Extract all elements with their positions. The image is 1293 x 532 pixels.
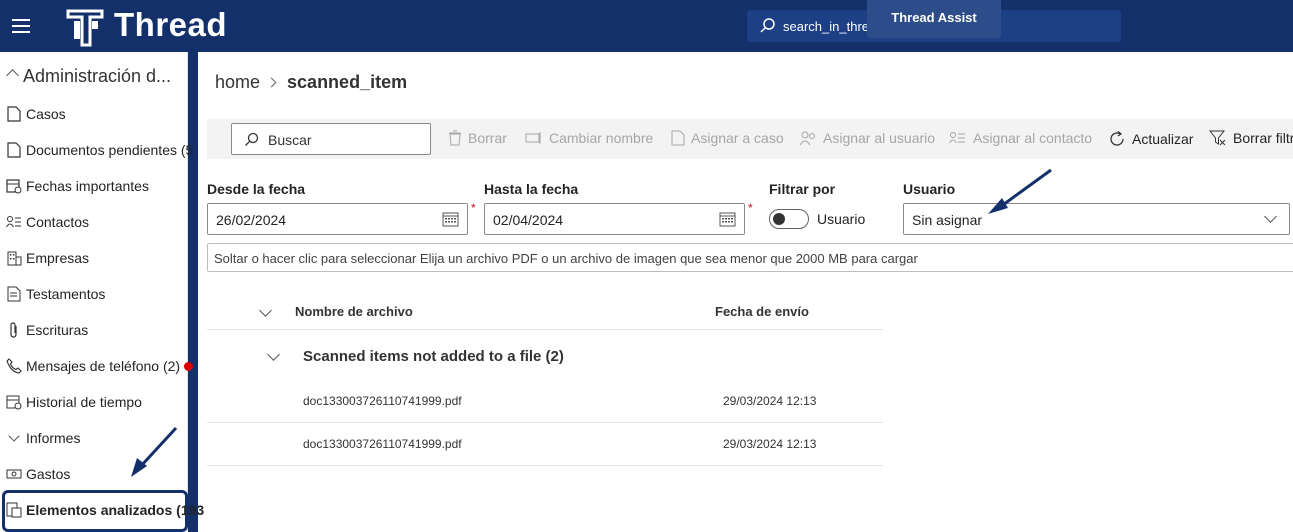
sidebar-item-contactos[interactable]: Contactos (6, 210, 89, 234)
sidebar-item-informes[interactable]: Informes (6, 426, 80, 450)
breadcrumb-home[interactable]: home (215, 72, 260, 92)
filter-user-toggle[interactable] (769, 209, 809, 229)
thread-assist-button[interactable]: Thread Assist (867, 0, 1001, 38)
file-upload-dropzone[interactable]: Soltar o hacer clic para seleccionar Eli… (207, 243, 1293, 272)
search-icon (760, 18, 775, 33)
toggle-label: Usuario (817, 211, 866, 227)
global-search-input[interactable]: search_in_thre (783, 19, 869, 34)
trash-icon (449, 130, 461, 146)
rename-button[interactable]: Cambiar nombre (525, 130, 653, 146)
sidebar-item-empresas[interactable]: Empresas (6, 246, 89, 270)
building-icon (6, 250, 22, 266)
contacts-icon (6, 214, 22, 230)
required-asterisk: * (471, 201, 476, 215)
chevron-down-icon[interactable] (267, 348, 280, 361)
sidebar-item-fechas-importantes[interactable]: Fechas importantes (6, 174, 149, 198)
assign-user-button[interactable]: Asignar al usuario (799, 130, 935, 146)
document-icon (671, 130, 685, 146)
sidebar-item-elementos-analizados[interactable]: Elementos analizados (193 (6, 498, 204, 522)
sidebar-item-escrituras[interactable]: Escrituras (6, 318, 88, 342)
breadcrumb: home scanned_item (215, 72, 407, 93)
collapse-all-chevron-icon[interactable] (259, 304, 272, 317)
search-input[interactable]: Buscar (268, 132, 312, 148)
refresh-button[interactable]: Actualizar (1108, 130, 1193, 148)
app-name: Thread (114, 6, 228, 43)
chevron-down-icon (1264, 210, 1277, 223)
sidebar-item-mensajes[interactable]: Mensajes de teléfono (2) (6, 354, 194, 378)
file-name[interactable]: doc133003726110741999.pdf (303, 437, 462, 451)
command-bar: Buscar Borrar Cambiar nombre Asignar a c… (207, 119, 1293, 159)
will-icon (6, 286, 22, 302)
file-name[interactable]: doc133003726110741999.pdf (303, 394, 462, 408)
required-asterisk: * (748, 201, 753, 215)
filter-clear-icon (1209, 130, 1226, 146)
rename-icon (525, 132, 541, 144)
money-icon (6, 466, 22, 482)
assign-case-button[interactable]: Asignar a caso (671, 130, 784, 146)
to-date-label: Hasta la fecha (484, 181, 579, 197)
scan-icon (6, 502, 22, 518)
search-icon (245, 132, 259, 146)
clear-filters-button[interactable]: Borrar filtr (1209, 130, 1293, 146)
from-date-value: 26/02/2024 (216, 212, 287, 228)
group-header[interactable]: Scanned items not added to a file (2) (207, 338, 883, 376)
search-box[interactable]: Buscar (231, 123, 431, 155)
people-icon (799, 131, 815, 146)
calendar-icon (6, 178, 22, 194)
sent-date: 29/03/2024 12:13 (723, 394, 817, 408)
dropzone-text: Soltar o hacer clic para seleccionar Eli… (214, 251, 918, 266)
chevron-down-icon (8, 430, 20, 442)
contacts-icon (949, 132, 965, 144)
notification-dot (184, 361, 194, 371)
user-label: Usuario (903, 181, 956, 197)
menu-icon[interactable] (12, 19, 30, 33)
assign-contact-button[interactable]: Asignar al contacto (949, 130, 1092, 146)
calendar-icon[interactable] (719, 211, 736, 227)
refresh-icon (1110, 131, 1124, 146)
document-icon (6, 106, 22, 122)
paperclip-icon (6, 322, 22, 338)
breadcrumb-current: scanned_item (287, 72, 408, 92)
calendar-icon[interactable] (442, 211, 459, 227)
chevron-right-icon (266, 77, 277, 88)
top-header: Thread search_in_thre Thread Assist (0, 0, 1293, 52)
sidebar-section-header[interactable]: Administración d... (6, 66, 171, 87)
filter-by-label: Filtrar por (769, 181, 836, 197)
column-header-filename[interactable]: Nombre de archivo (295, 304, 413, 319)
sidebar-rail (188, 52, 198, 532)
thread-logo-icon (66, 9, 104, 47)
calendar-clock-icon (6, 394, 22, 410)
table-row[interactable]: doc133003726110741999.pdf 29/03/2024 12:… (207, 423, 883, 466)
table-row[interactable]: doc133003726110741999.pdf 29/03/2024 12:… (207, 380, 883, 423)
toggle-knob (773, 213, 785, 225)
sidebar-item-testamentos[interactable]: Testamentos (6, 282, 105, 306)
sidebar-item-historial[interactable]: Historial de tiempo (6, 390, 142, 414)
grid-header: Nombre de archivo Fecha de envío (207, 292, 883, 330)
sidebar-item-documentos-pendientes[interactable]: Documentos pendientes (5 (6, 138, 193, 162)
group-title: Scanned items not added to a file (2) (303, 348, 564, 365)
sidebar-item-gastos[interactable]: Gastos (6, 462, 70, 486)
sidebar-item-casos[interactable]: Casos (6, 102, 66, 126)
user-dropdown-value: Sin asignar (912, 212, 983, 228)
from-date-field[interactable]: 26/02/2024 (207, 203, 468, 235)
delete-button[interactable]: Borrar (448, 130, 507, 146)
to-date-field[interactable]: 02/04/2024 (484, 203, 745, 235)
document-icon (6, 142, 22, 158)
user-dropdown[interactable]: Sin asignar (903, 203, 1290, 235)
chevron-up-icon (6, 69, 19, 82)
phone-icon (6, 358, 22, 374)
column-header-date[interactable]: Fecha de envío (715, 304, 809, 319)
from-date-label: Desde la fecha (207, 181, 306, 197)
to-date-value: 02/04/2024 (493, 212, 564, 228)
sent-date: 29/03/2024 12:13 (723, 437, 817, 451)
